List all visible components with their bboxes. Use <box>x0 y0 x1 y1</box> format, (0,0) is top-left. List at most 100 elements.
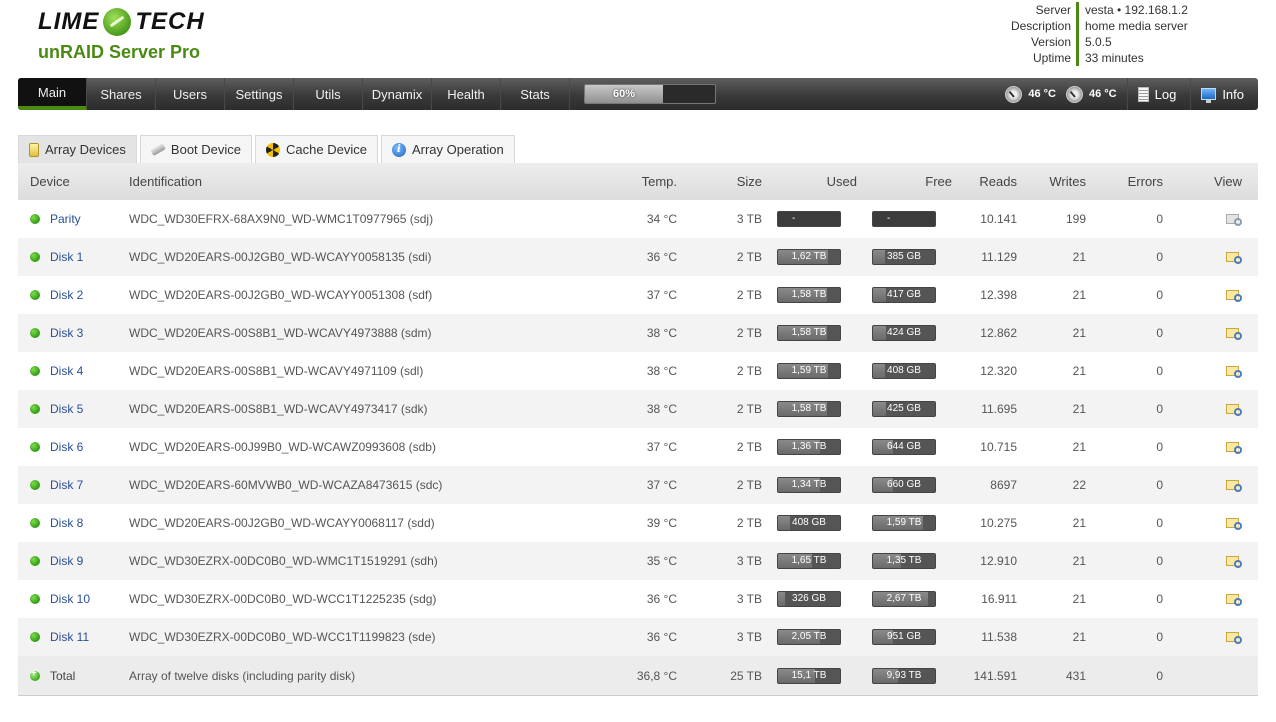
errors-cell: 0 <box>1156 668 1163 683</box>
tab-array-operation[interactable]: i Array Operation <box>380 135 515 163</box>
device-cell: Disk 8 <box>18 516 129 530</box>
used-bar: 408 GB <box>777 515 841 531</box>
view-cell <box>1163 327 1258 340</box>
nav-item-users[interactable]: Users <box>156 78 225 110</box>
nav-item-dynamix[interactable]: Dynamix <box>363 78 432 110</box>
header-reads[interactable]: Reads <box>952 174 1017 189</box>
array-usage-progress: 60% <box>584 84 716 104</box>
browse-folder-icon[interactable] <box>1226 441 1242 454</box>
browse-folder-icon[interactable] <box>1226 403 1242 416</box>
nav-item-utils[interactable]: Utils <box>294 78 363 110</box>
tab-cache-device[interactable]: Cache Device <box>255 135 378 163</box>
table-row: Disk 1 WDC_WD20EARS-00J2GB0_WD-WCAYY00581… <box>18 238 1258 276</box>
tab-boot-device[interactable]: Boot Device <box>139 135 253 163</box>
reads-cell: 12.398 <box>980 288 1017 302</box>
tab-label: Cache Device <box>286 142 367 157</box>
nav-item-main[interactable]: Main <box>18 78 87 110</box>
server-info-label: Uptime <box>1032 51 1071 65</box>
lime-slice-icon <box>103 8 132 36</box>
browse-folder-icon[interactable] <box>1226 365 1242 378</box>
browse-folder-icon[interactable] <box>1226 251 1242 264</box>
logo-right-text: TECH <box>135 8 205 35</box>
nav-item-shares[interactable]: Shares <box>87 78 156 110</box>
identification-cell: WDC_WD30EFRX-68AX9N0_WD-WMC1T0977965 (sd… <box>129 212 434 226</box>
errors-cell: 0 <box>1156 288 1163 302</box>
browse-folder-icon[interactable] <box>1226 555 1242 568</box>
header-device[interactable]: Device <box>18 174 129 189</box>
bar-label: 424 GB <box>887 327 921 338</box>
header-writes[interactable]: Writes <box>1017 174 1086 189</box>
errors-cell: 0 <box>1156 554 1163 568</box>
writes-cell: 21 <box>1072 440 1086 454</box>
bar-label: 1,58 TB <box>791 327 827 338</box>
reads-cell: 11.538 <box>981 630 1017 644</box>
browse-folder-icon[interactable] <box>1226 327 1242 340</box>
browse-folder-icon <box>1226 213 1242 226</box>
browse-folder-icon[interactable] <box>1226 289 1242 302</box>
browse-folder-icon[interactable] <box>1226 517 1242 530</box>
size-cell: 2 TB <box>736 516 762 530</box>
device-link[interactable]: Disk 9 <box>50 554 83 568</box>
temp-cell: 38 °C <box>646 326 677 340</box>
reads-cell: 10.715 <box>980 440 1017 454</box>
browse-folder-icon[interactable] <box>1226 593 1242 606</box>
table-header: Device Identification Temp. Size Used Fr… <box>18 163 1258 200</box>
magnifier-shape <box>1234 597 1242 606</box>
browse-folder-icon[interactable] <box>1226 631 1242 644</box>
header-identification[interactable]: Identification <box>129 174 613 189</box>
device-cell: Disk 3 <box>18 326 129 340</box>
device-link[interactable]: Disk 11 <box>50 630 89 644</box>
magnifier-shape <box>1234 293 1242 302</box>
server-info-value: home media server <box>1076 18 1191 34</box>
free-bar: 385 GB <box>872 249 936 265</box>
used-bar: 326 GB <box>777 591 841 607</box>
view-cell <box>1163 593 1258 606</box>
used-cell: 15,1 TB <box>762 667 857 684</box>
magnifier-shape <box>1234 217 1242 226</box>
device-link[interactable]: Disk 7 <box>50 478 83 492</box>
header-temp[interactable]: Temp. <box>613 174 677 189</box>
reads-cell: 12.862 <box>980 326 1017 340</box>
errors-cell: 0 <box>1156 592 1163 606</box>
device-link[interactable]: Disk 2 <box>50 288 83 302</box>
log-button[interactable]: Log <box>1128 86 1191 102</box>
nav-item-stats[interactable]: Stats <box>501 78 570 110</box>
nav-item-settings[interactable]: Settings <box>225 78 294 110</box>
temp-cell: 36,8 °C <box>636 668 677 683</box>
device-link[interactable]: Disk 1 <box>50 250 83 264</box>
header-used[interactable]: Used <box>762 174 857 189</box>
header-free[interactable]: Free <box>857 174 952 189</box>
device-link[interactable]: Disk 6 <box>50 440 83 454</box>
device-link[interactable]: Disk 3 <box>50 326 83 340</box>
status-online-icon <box>30 290 40 300</box>
total-label: Total <box>50 668 76 683</box>
bar-label: 1,34 TB <box>791 479 827 490</box>
header-errors[interactable]: Errors <box>1086 174 1163 189</box>
free-cell: 951 GB <box>857 629 952 645</box>
device-cell: Total <box>18 668 129 683</box>
main-navbar: Main Shares Users Settings Utils Dynamix Healt… <box>18 78 1258 110</box>
free-cell: 408 GB <box>857 363 952 379</box>
device-link[interactable]: Disk 4 <box>50 364 83 378</box>
header-size[interactable]: Size <box>677 174 762 189</box>
used-cell: 1,58 TB <box>762 287 857 303</box>
device-link[interactable]: Disk 10 <box>50 592 90 606</box>
free-bar: 9,93 TB <box>872 667 936 684</box>
server-info-label: Description <box>1010 19 1071 33</box>
device-link[interactable]: Disk 8 <box>50 516 83 530</box>
temp-cell: 37 °C <box>646 478 677 492</box>
browse-folder-icon[interactable] <box>1226 479 1242 492</box>
device-link[interactable]: Parity <box>50 212 81 226</box>
size-cell: 3 TB <box>736 212 762 226</box>
magnifier-shape <box>1234 521 1242 530</box>
device-link[interactable]: Disk 5 <box>50 402 83 416</box>
bar-label: 644 GB <box>887 441 921 452</box>
temp-cell: 34 °C <box>646 212 677 226</box>
device-cell: Disk 9 <box>18 554 129 568</box>
info-button[interactable]: Info <box>1191 87 1258 103</box>
free-bar: - <box>872 211 936 227</box>
reads-cell: 8697 <box>990 478 1017 492</box>
nav-item-health[interactable]: Health <box>432 78 501 110</box>
add-status-icon <box>30 668 40 681</box>
tab-array-devices[interactable]: Array Devices <box>18 135 137 163</box>
